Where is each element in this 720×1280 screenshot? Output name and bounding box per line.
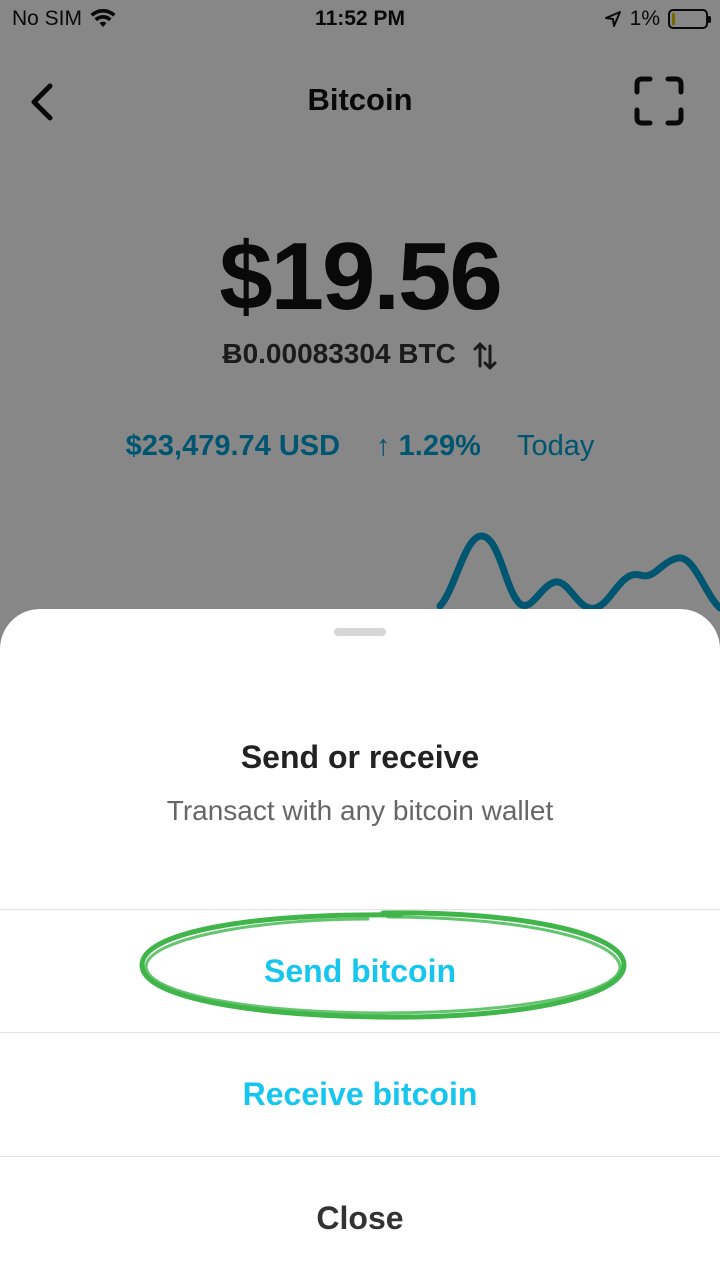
sheet-subtitle: Transact with any bitcoin wallet	[166, 795, 554, 826]
app-screen: No SIM 11:52 PM 1% Bitcoin $19.56 Ƀ0.000…	[0, 0, 720, 1280]
sheet-title: Send or receive	[240, 739, 480, 775]
send-bitcoin-button[interactable]: Send bitcoin	[0, 910, 720, 1032]
sheet-grabber[interactable]	[334, 628, 386, 636]
close-button[interactable]: Close	[0, 1157, 720, 1279]
bottom-sheet: Send or receive Transact with any bitcoi…	[0, 609, 720, 1280]
receive-bitcoin-button[interactable]: Receive bitcoin	[0, 1033, 720, 1155]
